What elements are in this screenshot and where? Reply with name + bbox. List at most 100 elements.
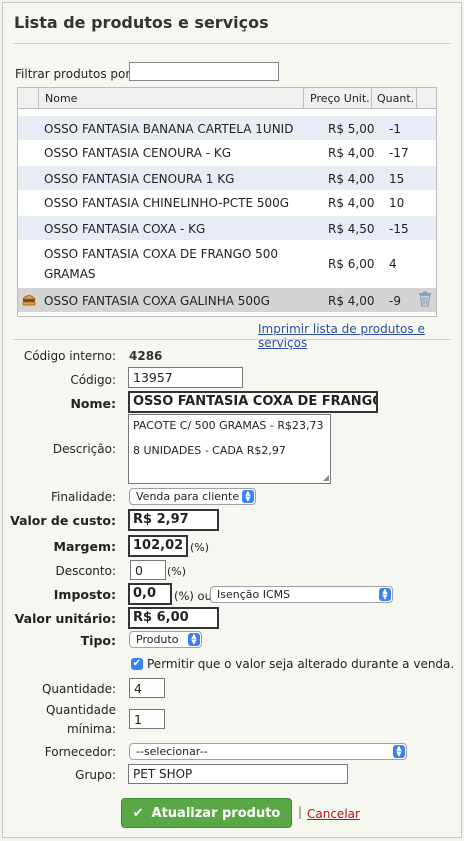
trash-icon[interactable] (418, 291, 432, 310)
header-divider (416, 88, 417, 108)
table-header: Nome Preço Unit. Quant. (18, 88, 436, 109)
resize-handle-icon[interactable]: ◢ (323, 474, 329, 482)
atualizar-produto-label: Atualizar produto (151, 805, 281, 821)
table-row[interactable]: OSSO FANTASIA CENOURA 1 KG R$ 4,00 15 (18, 166, 436, 190)
quantidade-input[interactable]: 4 (129, 678, 165, 698)
header-divider (303, 88, 304, 108)
table-row[interactable]: OSSO FANTASIA CHINELINHO-PCTE 500G R$ 4,… (18, 190, 436, 216)
row-name: OSSO FANTASIA COXA GALINHA 500G (44, 294, 270, 308)
print-list-link[interactable]: Imprimir lista de produtos e serviços (258, 322, 461, 350)
row-qty: 15 (389, 172, 405, 186)
permitir-label[interactable]: Permitir que o valor seja alterado duran… (147, 657, 454, 671)
imposto-unit: (%) ou (174, 589, 212, 603)
label-imposto: Imposto: (53, 587, 116, 602)
chevron-updown-icon: ▲ ▼ (188, 633, 200, 646)
finalidade-select[interactable]: Venda para cliente ▲ ▼ (129, 488, 256, 505)
header-divider (371, 88, 372, 108)
imposto-select-value: Isenção ICMS (217, 588, 291, 601)
table-row[interactable]: OSSO FANTASIA BANANA CARTELA 1UNID R$ 5,… (18, 116, 436, 140)
table-row-selected[interactable]: OSSO FANTASIA COXA GALINHA 500G R$ 4,00 … (18, 288, 436, 312)
filter-label: Filtrar produtos por: (15, 67, 135, 81)
valor-unitario-input[interactable]: R$ 6,00 (128, 607, 219, 629)
desconto-unit: (%) (167, 565, 187, 578)
row-name: OSSO FANTASIA CHINELINHO-PCTE 500G (44, 196, 290, 210)
row-name: OSSO FANTASIA CENOURA 1 KG (44, 172, 235, 186)
header-qty[interactable]: Quant. (377, 92, 414, 105)
row-qty: 4 (389, 257, 397, 271)
quantidade-minima-input[interactable]: 1 (129, 709, 165, 729)
label-fornecedor: Fornecedor: (44, 745, 116, 759)
row-qty: -17 (389, 146, 409, 160)
divider (13, 43, 451, 44)
row-name: OSSO FANTASIA CENOURA - KG (44, 146, 232, 160)
header-price[interactable]: Preço Unit. (310, 92, 370, 105)
burger-icon (22, 293, 36, 309)
table-row[interactable]: OSSO FANTASIA COXA - KG R$ 4,50 -15 (18, 216, 436, 240)
row-price: R$ 6,00 (328, 257, 375, 271)
action-separator: | (298, 805, 303, 819)
row-qty: -9 (389, 294, 401, 308)
finalidade-value: Venda para cliente (136, 490, 240, 503)
label-valor-custo: Valor de custo: (10, 513, 116, 528)
valor-custo-input[interactable]: R$ 2,97 (128, 509, 219, 531)
atualizar-produto-button[interactable]: ✔ Atualizar produto (121, 798, 292, 828)
page-title: Lista de produtos e serviços (14, 13, 269, 32)
checkmark-icon: ✔ (132, 805, 144, 821)
descricao-textarea[interactable]: PACOTE C/ 500 GRAMAS - R$23,73 8 UNIDADE… (128, 414, 331, 484)
cancel-link[interactable]: Cancelar (307, 807, 360, 821)
row-price: R$ 4,50 (328, 222, 375, 236)
descricao-line: 8 UNIDADES - CADA R$2,97 (133, 444, 286, 457)
label-grupo: Grupo: (75, 768, 116, 782)
row-price: R$ 4,00 (328, 196, 375, 210)
label-quantidade-minima-1: Quantidade (45, 703, 116, 717)
label-descricao: Descrição: (52, 442, 116, 456)
label-desconto: Desconto: (55, 564, 116, 578)
tipo-select[interactable]: Produto ▲ ▼ (129, 631, 202, 648)
row-qty: 10 (389, 196, 405, 210)
label-margem: Margem: (53, 539, 117, 554)
desconto-input[interactable]: 0 (130, 560, 166, 580)
chevron-updown-icon: ▲ ▼ (393, 745, 405, 758)
row-price: R$ 4,00 (328, 146, 375, 160)
codigo-input[interactable]: 13957 (128, 367, 243, 388)
codigo-interno-value: 4286 (129, 349, 163, 363)
nome-input[interactable]: OSSO FANTASIA COXA DE FRANGO 500 (128, 391, 378, 413)
tipo-value: Produto (136, 633, 179, 646)
label-tipo: Tipo: (80, 633, 116, 648)
product-table: Nome Preço Unit. Quant. OSSO FANTASIA BA… (17, 87, 437, 317)
row-name-continued: GRAMAS (44, 267, 96, 281)
grupo-input[interactable]: PET SHOP (128, 764, 348, 784)
label-codigo: Código: (70, 373, 116, 387)
row-price: R$ 4,00 (328, 172, 375, 186)
checkmark-icon: ✔ (132, 658, 142, 669)
chevron-updown-icon: ▲ ▼ (379, 588, 391, 601)
label-codigo-interno: Código interno: (23, 349, 116, 363)
imposto-input[interactable]: 0,0 (128, 583, 172, 605)
row-name: OSSO FANTASIA COXA - KG (44, 222, 206, 236)
table-row[interactable]: OSSO FANTASIA CENOURA - KG R$ 4,00 -17 (18, 140, 436, 166)
chevron-updown-icon: ▲ ▼ (242, 490, 254, 503)
filter-input[interactable] (129, 62, 279, 81)
fornecedor-value: --selecionar-- (136, 745, 208, 758)
descricao-line: PACOTE C/ 500 GRAMAS - R$23,73 (133, 419, 324, 432)
imposto-select[interactable]: Isenção ICMS ▲ ▼ (210, 586, 393, 603)
label-quantidade-minima-2: mínima: (66, 722, 116, 736)
row-name: OSSO FANTASIA COXA DE FRANGO 500 (44, 247, 279, 261)
row-price: R$ 5,00 (328, 122, 375, 136)
divider (13, 339, 451, 340)
label-valor-unitario: Valor unitário: (14, 611, 116, 626)
row-qty: -15 (389, 222, 409, 236)
margem-unit: (%) (190, 541, 210, 554)
table-row[interactable]: OSSO FANTASIA COXA DE FRANGO 500 GRAMAS … (18, 240, 436, 288)
header-divider (38, 88, 39, 108)
margem-input[interactable]: 102,02 (128, 535, 188, 557)
row-qty: -1 (389, 122, 401, 136)
fornecedor-select[interactable]: --selecionar-- ▲ ▼ (129, 743, 407, 760)
header-name[interactable]: Nome (45, 92, 77, 105)
row-name: OSSO FANTASIA BANANA CARTELA 1UNID (44, 122, 294, 136)
permitir-checkbox[interactable]: ✔ (131, 658, 143, 670)
label-nome: Nome: (70, 396, 116, 411)
label-quantidade: Quantidade: (41, 682, 116, 696)
label-finalidade: Finalidade: (50, 490, 116, 504)
product-panel: Lista de produtos e serviços Filtrar pro… (2, 2, 462, 838)
